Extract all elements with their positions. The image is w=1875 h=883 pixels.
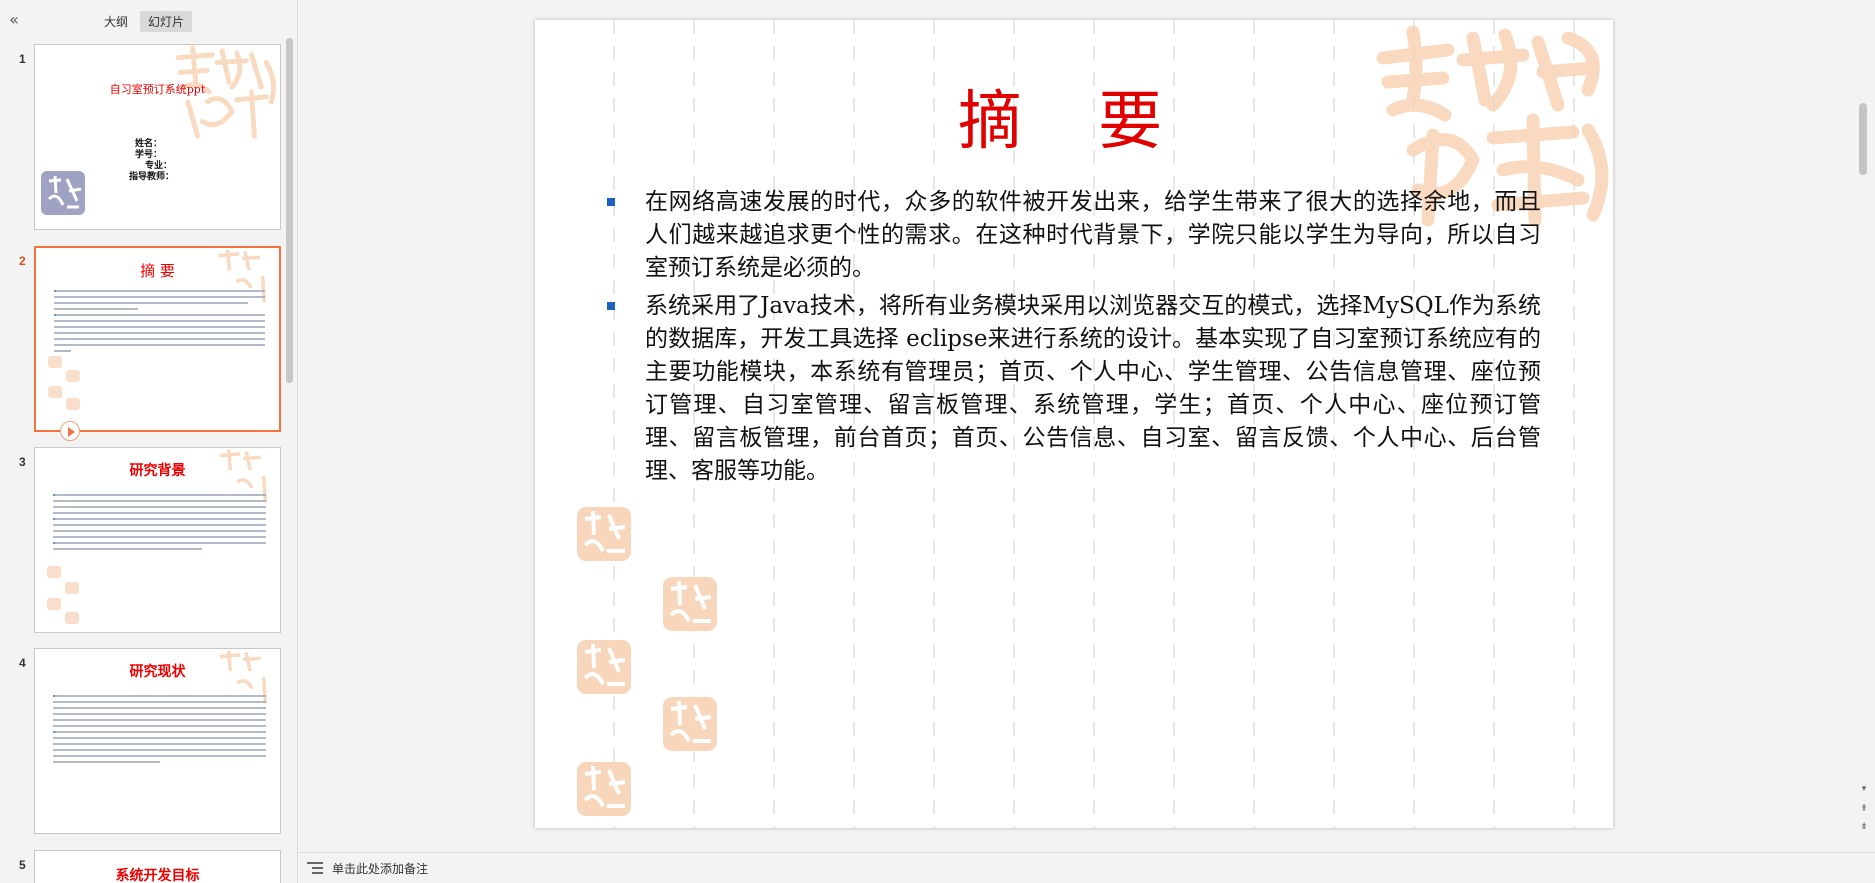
seal-stamp	[577, 507, 631, 561]
tab-outline[interactable]: 大纲	[96, 11, 136, 32]
bullet-text: 在网络高速发展的时代，众多的软件被开发出来，给学生带来了很大的选择余地，而且人们…	[645, 189, 1541, 281]
thumb-text-lines	[53, 494, 266, 554]
thumb-title: 自习室预订系统ppt	[109, 83, 206, 96]
field-major: 专业：	[145, 161, 173, 171]
thumb-text-lines	[53, 695, 266, 767]
thumb-text-lines	[54, 290, 265, 356]
thumb-fields: 姓名： 学号： 专业： 指导教师：	[129, 139, 174, 183]
thumb-title: 研究背景	[129, 463, 186, 479]
seal-stamp	[663, 577, 717, 631]
slide-number: 4	[19, 656, 26, 670]
slide-thumbnail-1[interactable]: 自习室预订系统ppt 姓名： 学号： 专业： 指导教师：	[34, 44, 281, 230]
field-advisor: 指导教师：	[129, 172, 175, 182]
bullet-text: 系统采用了Java技术，将所有业务模块采用以浏览器交互的模式，选择MySQL作为…	[645, 293, 1541, 484]
slide-number: 1	[19, 52, 26, 66]
slide-thumbnail-3[interactable]: 研究背景	[34, 447, 281, 633]
collapse-panel-icon[interactable]: «	[5, 12, 23, 30]
slide-number: 2	[19, 254, 26, 268]
scroll-down-arrow-icon[interactable]: ▾	[1859, 784, 1869, 794]
view-tabs: 大纲 幻灯片	[96, 11, 193, 32]
field-name: 姓名：	[135, 139, 163, 149]
slide-thumbnail-5[interactable]: 系统开发目标	[34, 850, 281, 883]
slide-canvas[interactable]: 摘 要 在网络高速发展的时代，众多的软件被开发出来，给学生带来了很大的选择余地，…	[535, 20, 1613, 828]
bullet-marker	[607, 198, 615, 206]
tab-slides[interactable]: 幻灯片	[140, 11, 193, 32]
next-slide-arrow-icon[interactable]: ⇟	[1859, 822, 1869, 832]
seal-stamp	[577, 762, 631, 816]
bullet-item-2[interactable]: 系统采用了Java技术，将所有业务模块采用以浏览器交互的模式，选择MySQL作为…	[607, 290, 1541, 488]
thumb-title: 系统开发目标	[115, 868, 200, 883]
bullet-marker	[607, 302, 615, 310]
scrollbar-thumb[interactable]	[1859, 103, 1867, 175]
slide-editor: 摘 要 在网络高速发展的时代，众多的软件被开发出来，给学生带来了很大的选择余地，…	[299, 0, 1851, 852]
presentation-app: « 大纲 幻灯片 1 自习室预订系统ppt 姓名： 学号： 专业： 指导教师： …	[0, 0, 1875, 883]
field-id: 学号：	[135, 150, 163, 160]
slide-number: 3	[19, 455, 26, 469]
notes-icon	[307, 862, 323, 874]
notes-placeholder[interactable]: 单击此处添加备注	[332, 860, 428, 877]
notes-bar[interactable]: 单击此处添加备注	[299, 852, 1875, 883]
editor-scrollbar[interactable]: ▾ ⇞ ⇟	[1851, 0, 1875, 852]
play-slide-icon[interactable]	[60, 421, 80, 441]
seal-logo	[41, 171, 85, 215]
bullet-item-1[interactable]: 在网络高速发展的时代，众多的软件被开发出来，给学生带来了很大的选择余地，而且人们…	[607, 186, 1541, 285]
slide-thumbnail-panel: « 大纲 幻灯片 1 自习室预订系统ppt 姓名： 学号： 专业： 指导教师： …	[0, 0, 298, 883]
thumb-title: 研究现状	[129, 664, 186, 680]
thumb-title: 摘 要	[140, 262, 175, 280]
seal-stamp	[577, 640, 631, 694]
slide-thumbnail-4[interactable]: 研究现状	[34, 648, 281, 834]
slide-title[interactable]: 摘 要	[535, 70, 1613, 162]
seal-stamp	[663, 697, 717, 751]
slide-thumbnail-2[interactable]: 摘 要	[34, 246, 281, 432]
prev-slide-arrow-icon[interactable]: ⇞	[1859, 804, 1869, 814]
thumbnail-scrollbar[interactable]	[286, 38, 293, 383]
slide-number: 5	[19, 858, 26, 872]
